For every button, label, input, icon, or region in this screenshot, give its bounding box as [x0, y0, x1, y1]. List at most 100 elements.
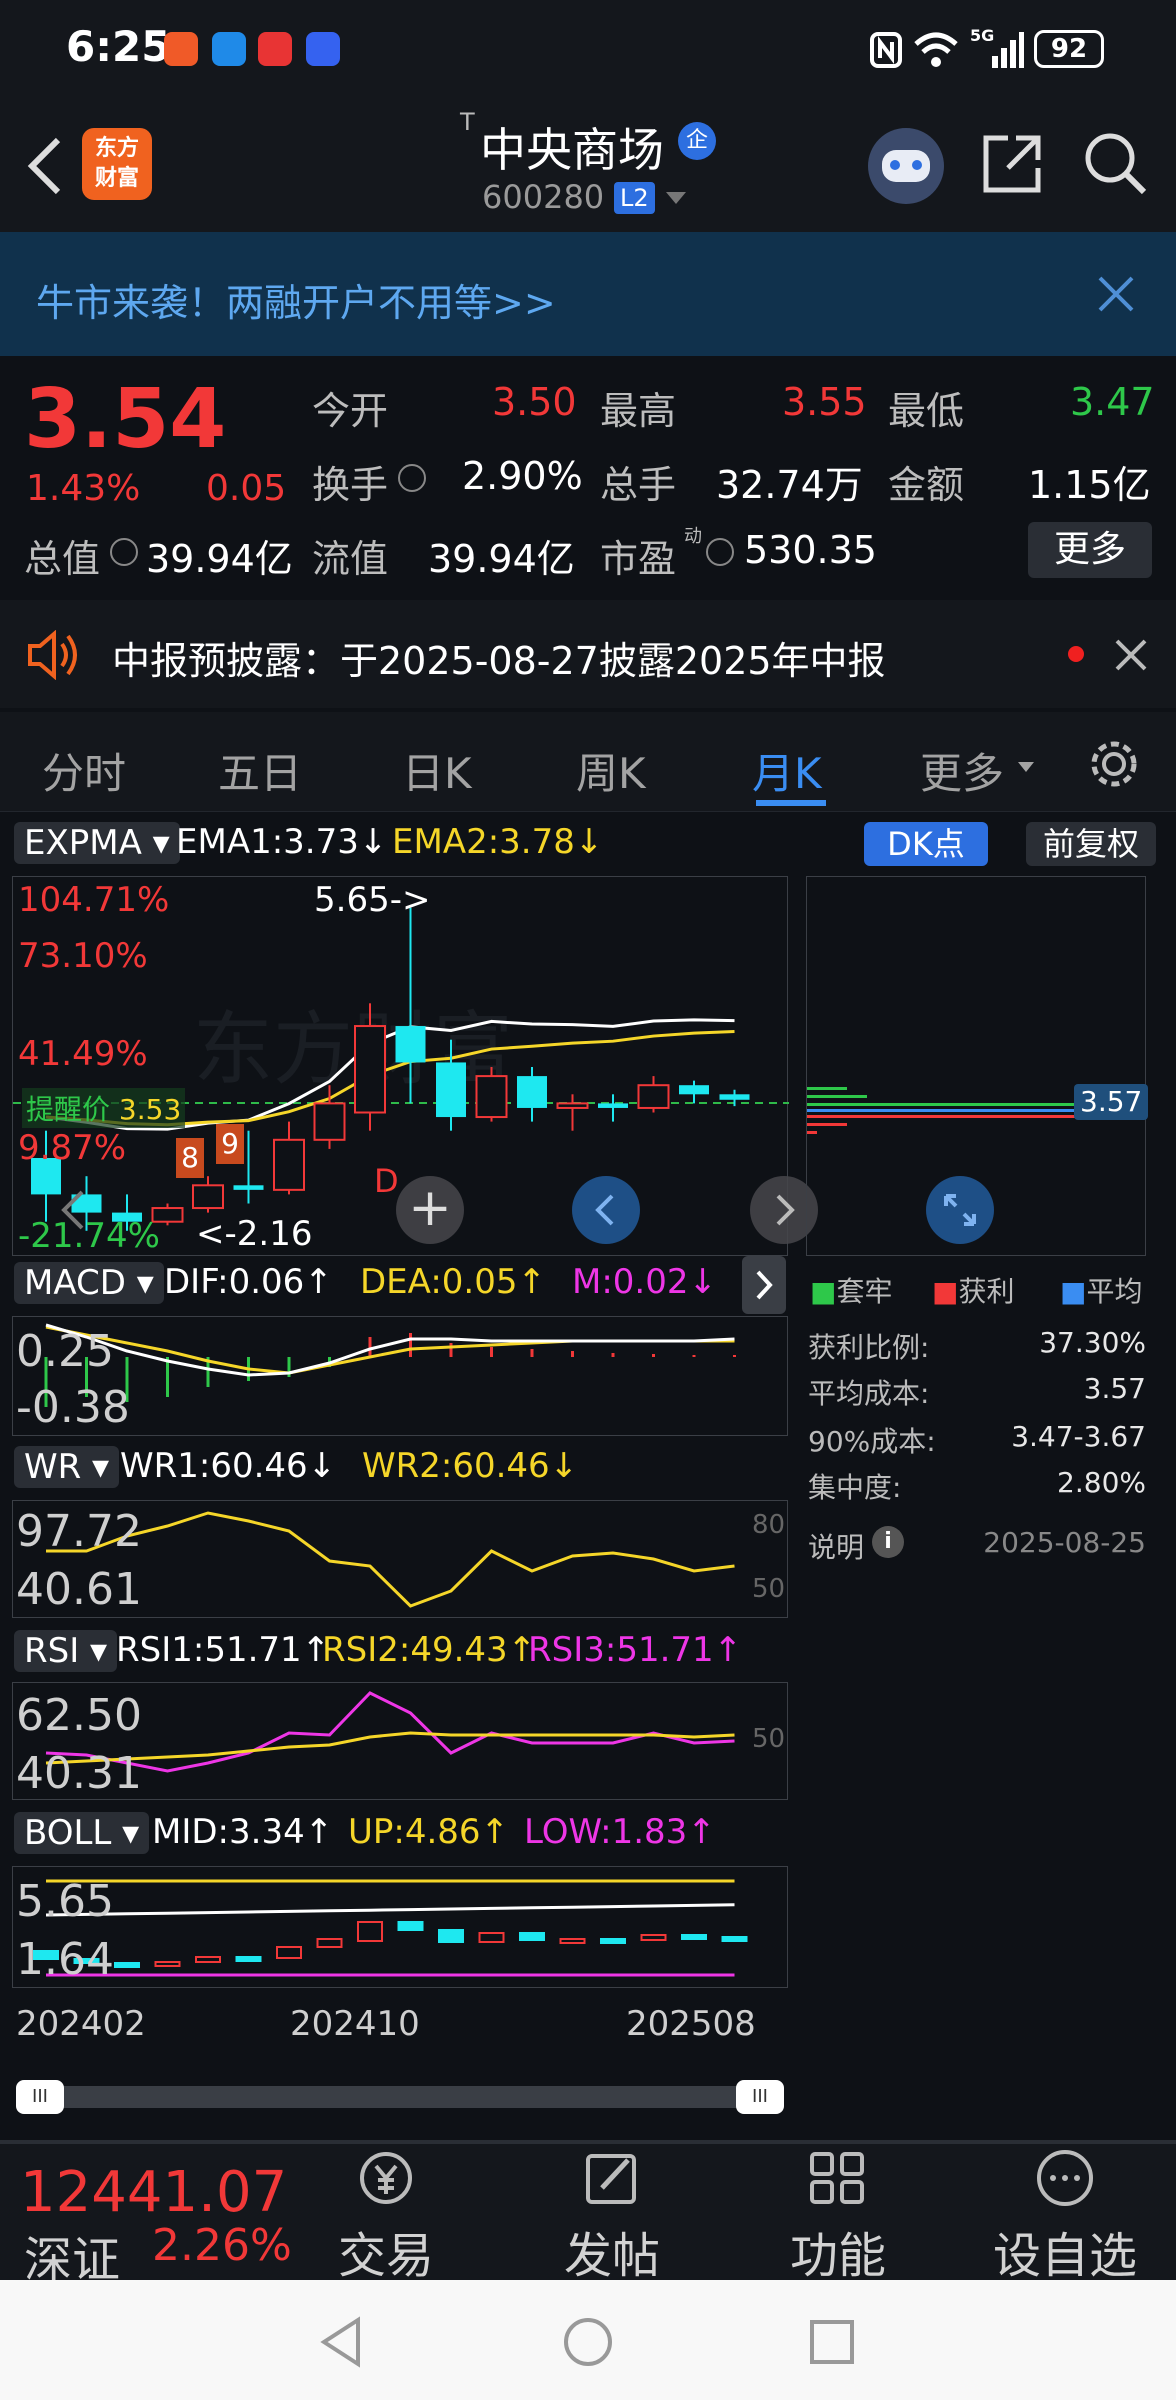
candle-body[interactable]: [192, 1184, 224, 1210]
rsi-ref-50: 50: [752, 1724, 786, 1754]
rsi-bottom-label: 40.31: [16, 1748, 142, 1799]
promo-text[interactable]: 牛市来袭！两融开户不用等>>: [36, 272, 556, 327]
tab-more[interactable]: 更多: [920, 740, 1004, 801]
chevron-left-icon[interactable]: [54, 1186, 94, 1234]
notice-bar[interactable]: 中报预披露：于2025-08-27披露2025年中报: [0, 600, 1176, 708]
candle-body[interactable]: [436, 1062, 466, 1118]
system-back-icon[interactable]: [318, 2316, 366, 2368]
alert-value-text: 3.53: [118, 1093, 182, 1126]
chevron-down-icon[interactable]: [664, 190, 688, 206]
dk-point-button[interactable]: DK点: [864, 822, 988, 866]
close-icon[interactable]: [1096, 274, 1136, 314]
add-drawing-button[interactable]: +: [396, 1176, 464, 1244]
caret-down-icon[interactable]: [1016, 760, 1036, 774]
info-icon[interactable]: [110, 538, 138, 566]
range-scroller-track[interactable]: [16, 2086, 784, 2108]
boll-candle: [316, 1938, 343, 1948]
concentration-label: 集中度:: [808, 1471, 902, 1504]
rsi-top-label: 62.50: [16, 1690, 142, 1741]
index-change[interactable]: 2.26%: [152, 2220, 292, 2271]
turnover-label: 换手: [312, 463, 389, 507]
boll-selector[interactable]: BOLL ▾: [14, 1812, 150, 1854]
tab-monthly-k[interactable]: 月K: [752, 740, 822, 801]
tab-five-day[interactable]: 五日: [218, 740, 302, 801]
tab-daily-k[interactable]: 日K: [402, 740, 472, 801]
candle-body[interactable]: [354, 1025, 386, 1114]
info-icon[interactable]: i: [872, 1526, 904, 1558]
expma-selector[interactable]: EXPMA ▾: [14, 822, 180, 864]
chevron-left-icon[interactable]: [572, 1176, 640, 1244]
pct-label: 41.49%: [18, 1034, 148, 1074]
wr2-value: WR2:60.46↓: [362, 1446, 579, 1486]
legend-label: 平均: [1086, 1275, 1143, 1308]
info-icon[interactable]: [706, 538, 734, 566]
nav-functions[interactable]: 功能: [768, 2148, 908, 2286]
candle-body[interactable]: [233, 1185, 264, 1190]
boll-top-label: 5.65: [16, 1876, 114, 1927]
share-icon[interactable]: [980, 132, 1044, 196]
chevron-right-icon[interactable]: [742, 1256, 786, 1314]
candle-body[interactable]: [637, 1084, 670, 1109]
candle-body[interactable]: [475, 1075, 508, 1119]
notice-text[interactable]: 中报预披露：于2025-08-27披露2025年中报: [112, 630, 886, 685]
search-icon[interactable]: [1082, 130, 1148, 196]
nav-label: 设自选: [992, 2228, 1137, 2284]
t-mark: T: [460, 108, 475, 136]
cost90-label: 90%成本:: [808, 1425, 936, 1458]
tab-intraday[interactable]: 分时: [42, 740, 126, 801]
promo-banner[interactable]: 牛市来袭！两融开户不用等>>: [0, 232, 1176, 356]
chip-note-label[interactable]: 说明: [808, 1526, 864, 1566]
legend-label: 获利: [958, 1275, 1015, 1308]
candle-body[interactable]: [313, 1102, 346, 1141]
amount-value: 1.15亿: [1028, 463, 1151, 507]
system-home-icon[interactable]: [562, 2316, 614, 2368]
range-handle-left[interactable]: III: [16, 2080, 64, 2114]
close-icon[interactable]: [1114, 638, 1148, 672]
boll-panel[interactable]: [12, 1866, 788, 1988]
level2-badge[interactable]: L2: [614, 182, 655, 214]
battery-indicator: 92: [1034, 30, 1104, 68]
candle-body[interactable]: [517, 1076, 547, 1108]
tab-weekly-k[interactable]: 周K: [576, 740, 646, 801]
rsi-selector[interactable]: RSI ▾: [14, 1630, 118, 1672]
app-notification-icon: [306, 32, 340, 66]
more-button[interactable]: 更多: [1028, 522, 1152, 578]
candle-body[interactable]: [273, 1138, 305, 1191]
wr-ref-50: 50: [752, 1574, 786, 1604]
range-handle-right[interactable]: III: [736, 2080, 784, 2114]
macd-top-label: 0.25: [16, 1326, 114, 1377]
system-recents-icon[interactable]: [808, 2318, 856, 2366]
macd-selector[interactable]: MACD ▾: [14, 1262, 164, 1304]
back-arrow-icon[interactable]: [22, 134, 66, 198]
candle-body[interactable]: [556, 1102, 589, 1109]
unread-dot: [1068, 646, 1084, 662]
app-logo: 东方 财富: [82, 128, 152, 200]
profit-ratio-value: 37.30%: [1039, 1326, 1146, 1359]
index-value[interactable]: 12441.07: [20, 2160, 287, 2225]
chip-chart: [807, 1087, 1077, 1134]
nav-add-watchlist[interactable]: 设自选: [992, 2148, 1138, 2286]
candle-body[interactable]: [598, 1103, 628, 1108]
avg-cost-tag: 3.57: [1074, 1084, 1149, 1120]
price-adjust-button[interactable]: 前复权: [1026, 822, 1156, 866]
info-icon[interactable]: [398, 464, 426, 492]
boll-candle: [154, 1961, 181, 1967]
toolbar-divider: [0, 2140, 1176, 2144]
wr-selector[interactable]: WR ▾: [14, 1446, 120, 1488]
stock-name[interactable]: 中央商场: [480, 114, 664, 180]
chip-distribution-panel[interactable]: [806, 876, 1146, 1256]
nav-post[interactable]: 发帖: [542, 2148, 682, 2286]
alert-price-label[interactable]: 提醒价 3.53: [22, 1088, 186, 1128]
candle-body[interactable]: [679, 1085, 709, 1095]
boll-mid: MID:3.34↑: [152, 1812, 334, 1852]
nav-trade[interactable]: 交易: [316, 2148, 456, 2286]
boll-candle: [640, 1934, 667, 1941]
market-cap-label: 总值: [24, 537, 101, 581]
pe-value: 530.35: [744, 528, 877, 572]
gear-icon[interactable]: [1086, 736, 1142, 792]
robot-assistant-icon[interactable]: [868, 128, 944, 204]
candle-body[interactable]: [395, 1026, 426, 1063]
boll-candle: [478, 1932, 505, 1943]
ema2-value: EMA2:3.78↓: [392, 822, 604, 862]
candle-body[interactable]: [719, 1094, 750, 1100]
